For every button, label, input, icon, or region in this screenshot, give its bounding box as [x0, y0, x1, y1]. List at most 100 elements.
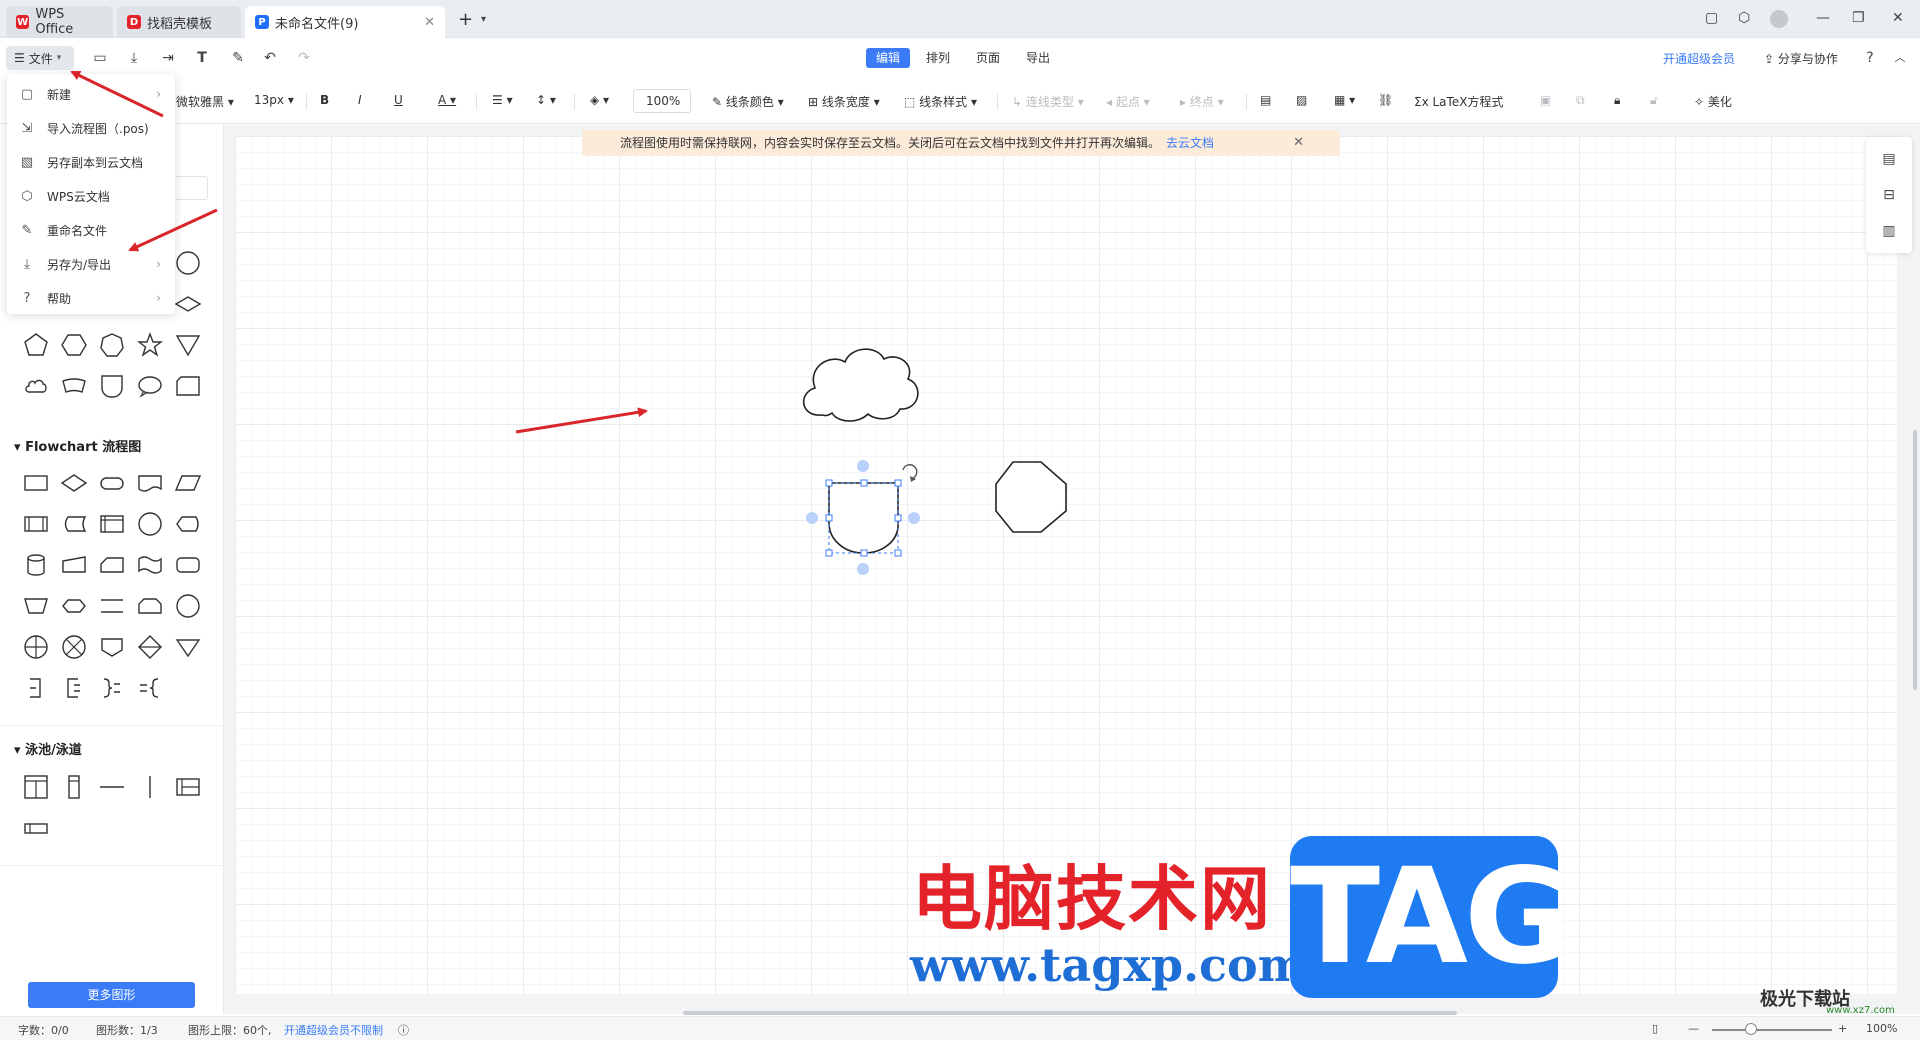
- shape-decision[interactable]: [60, 469, 88, 497]
- menu-item-rename[interactable]: ✎ 重命名文件: [7, 213, 175, 247]
- zoom-out-icon[interactable]: —: [1688, 1022, 1699, 1035]
- shape-pentagon[interactable]: [22, 331, 50, 359]
- style-icon[interactable]: ⊟: [1879, 185, 1899, 205]
- menu-item-save-as-export[interactable]: ⤓ 另存为/导出 ›: [7, 247, 175, 281]
- line-style-select[interactable]: ⬚ 线条样式 ▾: [904, 93, 977, 110]
- shape-display[interactable]: [174, 510, 202, 538]
- collapse-toolbar-icon[interactable]: ︿: [1890, 48, 1910, 68]
- shape-card[interactable]: [98, 551, 126, 579]
- line-width-select[interactable]: ⊞ 线条宽度 ▾: [808, 93, 880, 110]
- shape-circle[interactable]: [174, 249, 202, 277]
- tab-list-chevron-icon[interactable]: ▾: [481, 14, 486, 25]
- save-icon[interactable]: ▭: [90, 48, 110, 68]
- section-swimlane[interactable]: ▾ 泳池/泳道: [14, 739, 82, 758]
- end-point-select[interactable]: ▸ 终点 ▾: [1180, 93, 1224, 110]
- shape-horizontal-separator[interactable]: [98, 773, 126, 801]
- group-icon[interactable]: ▣: [1540, 93, 1551, 107]
- vip-unlimited-link[interactable]: 开通超级会员不限制: [284, 1022, 383, 1038]
- shape-folded-rect[interactable]: [174, 372, 202, 400]
- shape-predefined-process[interactable]: [22, 510, 50, 538]
- shape-offpage-connector[interactable]: [98, 633, 126, 661]
- shape-heptagon[interactable]: [98, 331, 126, 359]
- undo-icon[interactable]: ↶: [260, 48, 280, 68]
- shape-lane[interactable]: [60, 773, 88, 801]
- connector-type-select[interactable]: ↳ 连线类型 ▾: [1012, 93, 1084, 110]
- underline-button[interactable]: U: [394, 93, 403, 107]
- zoom-slider-knob[interactable]: [1745, 1023, 1757, 1035]
- map-icon[interactable]: ▯: [1652, 1022, 1658, 1035]
- start-point-select[interactable]: ◂ 起点 ▾: [1106, 93, 1150, 110]
- line-spacing-icon[interactable]: ↕ ▾: [536, 93, 556, 107]
- menu-item-help[interactable]: ? 帮助 ›: [7, 281, 175, 315]
- tab-export[interactable]: 导出: [1016, 48, 1060, 68]
- cube-icon[interactable]: ⬡: [1738, 10, 1750, 26]
- share-button[interactable]: ⇪ 分享与协作: [1764, 50, 1838, 67]
- shape-rounded-rect[interactable]: [174, 551, 202, 579]
- menu-item-save-copy-cloud[interactable]: ▧ 另存副本到云文档: [7, 145, 175, 179]
- menu-item-new[interactable]: ▢ 新建 ›: [7, 77, 175, 111]
- tab-edit[interactable]: 编辑: [866, 48, 911, 68]
- avatar[interactable]: [1770, 10, 1788, 28]
- vertical-scrollbar[interactable]: [1913, 430, 1917, 690]
- font-size-select[interactable]: 13px ▾: [254, 93, 294, 107]
- menu-item-import[interactable]: ⇲ 导入流程图（.pos): [7, 111, 175, 145]
- unlock-icon[interactable]: 🔓︎: [1650, 93, 1658, 108]
- close-window-icon[interactable]: ✕: [1892, 10, 1904, 26]
- restore-icon[interactable]: ❐: [1852, 10, 1865, 26]
- close-notice-icon[interactable]: ✕: [1293, 130, 1304, 156]
- shape-stored-data[interactable]: [60, 510, 88, 538]
- info-icon[interactable]: ⓘ: [398, 1022, 409, 1038]
- sidebar-toggle-icon[interactable]: ▢: [1705, 10, 1718, 26]
- line-color-select[interactable]: ✎ 线条颜色 ▾: [712, 93, 784, 110]
- shape-brace-right[interactable]: [98, 674, 126, 702]
- horizontal-scrollbar[interactable]: [683, 1011, 1457, 1015]
- link-icon[interactable]: ⛓: [1378, 93, 1393, 107]
- shape-triangle-down[interactable]: [174, 331, 202, 359]
- shape-process[interactable]: [22, 469, 50, 497]
- shape-document[interactable]: [136, 469, 164, 497]
- latex-button[interactable]: Σx LaTeX方程式: [1414, 93, 1503, 110]
- export-icon[interactable]: ⇥: [158, 48, 178, 68]
- chart-icon[interactable]: ▦ ▾: [1334, 93, 1355, 107]
- lock-icon[interactable]: 🔒︎: [1614, 93, 1620, 108]
- go-cloud-link[interactable]: 去云文档: [1166, 136, 1214, 150]
- italic-button[interactable]: I: [358, 93, 362, 107]
- align-icon[interactable]: ☰ ▾: [492, 93, 513, 107]
- shape-star[interactable]: [136, 331, 164, 359]
- shape-cloud[interactable]: [22, 372, 50, 400]
- vip-link[interactable]: 开通超级会员: [1663, 50, 1735, 67]
- ungroup-icon[interactable]: ⧉: [1576, 93, 1585, 108]
- file-menu-button[interactable]: ☰ 文件 ▾: [6, 46, 74, 70]
- shape-data[interactable]: [174, 469, 202, 497]
- shape-horizontal-pool[interactable]: [174, 773, 202, 801]
- more-shapes-button[interactable]: 更多图形: [28, 982, 195, 1008]
- menu-item-wps-cloud[interactable]: ⬡ WPS云文档: [7, 179, 175, 213]
- bar-chart-icon[interactable]: ▥: [1879, 221, 1899, 241]
- tab-page[interactable]: 页面: [966, 48, 1010, 68]
- tab-wps-office[interactable]: W WPS Office: [6, 6, 113, 38]
- download-icon[interactable]: ⤓: [124, 48, 144, 68]
- shape-preparation[interactable]: [60, 592, 88, 620]
- help-icon[interactable]: ?: [1860, 48, 1880, 68]
- font-family-select[interactable]: 微软雅黑 ▾: [176, 93, 234, 110]
- close-tab-icon[interactable]: ✕: [424, 15, 435, 30]
- zoom-input[interactable]: 100%: [633, 89, 691, 113]
- page-icon[interactable]: ▤: [1879, 149, 1899, 169]
- image-icon[interactable]: ▨: [1296, 93, 1307, 107]
- table-icon[interactable]: ▤: [1260, 93, 1271, 107]
- tab-template[interactable]: D 找稻壳模板: [117, 6, 241, 38]
- shape-database[interactable]: [22, 551, 50, 579]
- tab-untitled-file[interactable]: P 未命名文件(9) ✕: [245, 6, 445, 38]
- shape-terminator[interactable]: [98, 469, 126, 497]
- minimize-icon[interactable]: —: [1816, 10, 1830, 26]
- shape-internal-storage[interactable]: [98, 510, 126, 538]
- shape-pool[interactable]: [22, 773, 50, 801]
- shape-punched-tape[interactable]: [136, 551, 164, 579]
- bold-button[interactable]: B: [320, 93, 329, 107]
- shape-manual-input[interactable]: [60, 551, 88, 579]
- shape-hexagon[interactable]: [60, 331, 88, 359]
- zoom-in-icon[interactable]: +: [1838, 1022, 1847, 1035]
- fill-color-icon[interactable]: ◈ ▾: [590, 93, 609, 107]
- shape-sort[interactable]: [136, 633, 164, 661]
- shape-merge[interactable]: [174, 633, 202, 661]
